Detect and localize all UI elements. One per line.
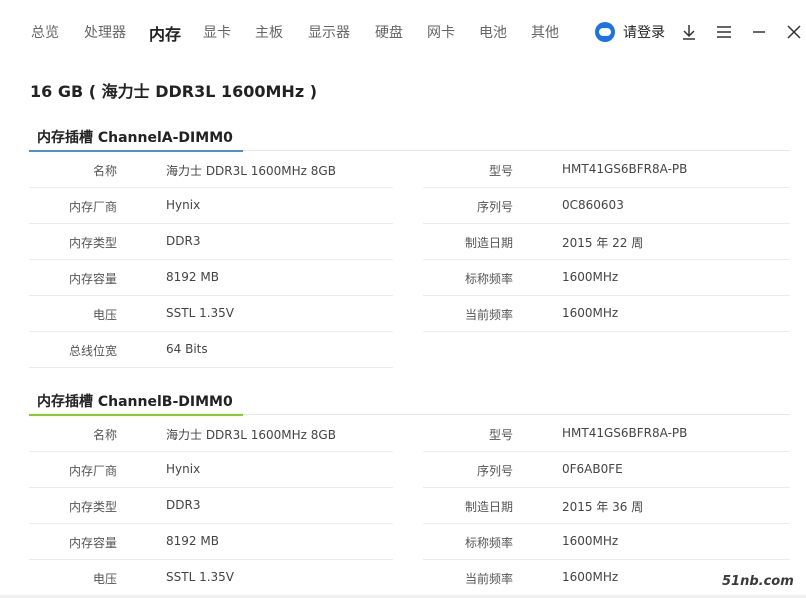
spec-value: SSTL 1.35V bbox=[166, 306, 234, 320]
spec-label: 内存容量 bbox=[68, 536, 117, 550]
tab-processor[interactable]: 处理器 bbox=[84, 22, 126, 42]
tab-motherboard[interactable]: 主板 bbox=[255, 22, 283, 42]
memory-slot-section-a: 内存插槽 ChannelA-DIMM0 名称 海力士 DDR3L 1600MHz … bbox=[29, 120, 790, 368]
tab-overview[interactable]: 总览 bbox=[31, 22, 59, 42]
spec-label: 序列号 bbox=[476, 200, 513, 214]
spec-value: DDR3 bbox=[166, 498, 201, 512]
spec-row-model: 型号 HMT41GS6BFR8A-PB bbox=[423, 151, 790, 188]
spec-row-type: 内存类型 DDR3 bbox=[29, 223, 393, 260]
download-icon[interactable] bbox=[680, 22, 698, 42]
spec-label: 型号 bbox=[488, 428, 513, 442]
spec-label: 名称 bbox=[92, 164, 117, 178]
spec-value: 2015 年 36 周 bbox=[562, 500, 644, 514]
spec-value: 1600MHz bbox=[562, 570, 619, 584]
spec-row-rated-freq: 标称频率 1600MHz bbox=[423, 523, 790, 560]
spec-label: 序列号 bbox=[476, 464, 513, 478]
spec-value: 64 Bits bbox=[166, 342, 208, 356]
spec-row-serial: 序列号 0C860603 bbox=[423, 187, 790, 224]
spec-row-mfg-date: 制造日期 2015 年 22 周 bbox=[423, 223, 790, 260]
spec-row-vendor: 内存厂商 Hynix bbox=[29, 451, 393, 488]
spec-row-serial: 序列号 0F6AB0FE bbox=[423, 451, 790, 488]
spec-value: 1600MHz bbox=[562, 306, 619, 320]
spec-row-type: 内存类型 DDR3 bbox=[29, 487, 393, 524]
spec-label: 内存类型 bbox=[68, 500, 117, 514]
spec-row-bus-width: 总线位宽 64 Bits bbox=[29, 331, 393, 368]
spec-value: 2015 年 22 周 bbox=[562, 236, 644, 250]
spec-row-mfg-date: 制造日期 2015 年 36 周 bbox=[423, 487, 790, 524]
spec-label: 电压 bbox=[92, 308, 117, 322]
login-button[interactable]: 请登录 bbox=[595, 21, 665, 43]
spec-label: 当前频率 bbox=[464, 308, 513, 322]
spec-label: 总线位宽 bbox=[68, 344, 117, 358]
spec-value: Hynix bbox=[166, 462, 201, 476]
menu-icon[interactable] bbox=[715, 22, 733, 42]
spec-value: SSTL 1.35V bbox=[166, 570, 234, 584]
spec-label: 内存类型 bbox=[68, 236, 117, 250]
spec-label: 内存容量 bbox=[68, 272, 117, 286]
page-title: 16 GB ( 海力士 DDR3L 1600MHz ) bbox=[30, 82, 318, 101]
spec-value: 0F6AB0FE bbox=[562, 462, 623, 476]
spec-label: 标称频率 bbox=[464, 536, 513, 550]
section-title: 内存插槽 ChannelA-DIMM0 bbox=[37, 130, 233, 146]
spec-label: 制造日期 bbox=[464, 236, 513, 250]
tab-other[interactable]: 其他 bbox=[531, 22, 559, 42]
spec-row-current-freq: 当前频率 1600MHz bbox=[423, 295, 790, 332]
tab-disk[interactable]: 硬盘 bbox=[375, 22, 403, 42]
tab-monitor[interactable]: 显示器 bbox=[308, 22, 350, 42]
spec-value: 1600MHz bbox=[562, 534, 619, 548]
spec-label: 电压 bbox=[92, 572, 117, 586]
spec-value: 1600MHz bbox=[562, 270, 619, 284]
spec-label: 内存厂商 bbox=[68, 464, 117, 478]
spec-value: DDR3 bbox=[166, 234, 201, 248]
minimize-icon[interactable] bbox=[750, 22, 768, 42]
spec-row-name: 名称 海力士 DDR3L 1600MHz 8GB bbox=[29, 415, 393, 452]
spec-label: 制造日期 bbox=[464, 500, 513, 514]
spec-label: 标称频率 bbox=[464, 272, 513, 286]
spec-value: 0C860603 bbox=[562, 198, 624, 212]
memory-slot-section-b: 内存插槽 ChannelB-DIMM0 名称 海力士 DDR3L 1600MHz … bbox=[29, 384, 790, 596]
login-label: 请登录 bbox=[623, 25, 665, 41]
spec-row-voltage: 电压 SSTL 1.35V bbox=[29, 559, 393, 596]
spec-value: 海力士 DDR3L 1600MHz 8GB bbox=[166, 164, 336, 178]
spec-row-vendor: 内存厂商 Hynix bbox=[29, 187, 393, 224]
site-watermark: 51nb.com bbox=[722, 574, 794, 589]
spec-value: Hynix bbox=[166, 198, 201, 212]
spec-row-voltage: 电压 SSTL 1.35V bbox=[29, 295, 393, 332]
section-title: 内存插槽 ChannelB-DIMM0 bbox=[37, 394, 233, 410]
top-nav-bar: 总览 处理器 内存 显卡 主板 显示器 硬盘 网卡 电池 其他 请登录 bbox=[0, 0, 806, 64]
spec-value: HMT41GS6BFR8A-PB bbox=[562, 162, 688, 176]
spec-row-name: 名称 海力士 DDR3L 1600MHz 8GB bbox=[29, 151, 393, 188]
spec-value: 海力士 DDR3L 1600MHz 8GB bbox=[166, 428, 336, 442]
spec-row-model: 型号 HMT41GS6BFR8A-PB bbox=[423, 415, 790, 452]
spec-value: 8192 MB bbox=[166, 270, 219, 284]
spec-value: 8192 MB bbox=[166, 534, 219, 548]
spec-label: 当前频率 bbox=[464, 572, 513, 586]
tab-graphics[interactable]: 显卡 bbox=[203, 22, 231, 42]
close-icon[interactable] bbox=[785, 22, 803, 42]
tab-network[interactable]: 网卡 bbox=[427, 22, 455, 42]
spec-row-capacity: 内存容量 8192 MB bbox=[29, 523, 393, 560]
spec-label: 名称 bbox=[92, 428, 117, 442]
spec-row-capacity: 内存容量 8192 MB bbox=[29, 259, 393, 296]
tab-memory[interactable]: 内存 bbox=[149, 21, 181, 45]
spec-label: 型号 bbox=[488, 164, 513, 178]
spec-value: HMT41GS6BFR8A-PB bbox=[562, 426, 688, 440]
spec-label: 内存厂商 bbox=[68, 200, 117, 214]
spec-row-rated-freq: 标称频率 1600MHz bbox=[423, 259, 790, 296]
cloud-avatar-icon bbox=[595, 22, 615, 42]
section-header: 内存插槽 ChannelA-DIMM0 bbox=[29, 120, 790, 152]
section-header: 内存插槽 ChannelB-DIMM0 bbox=[29, 384, 790, 416]
tab-battery[interactable]: 电池 bbox=[479, 22, 507, 42]
